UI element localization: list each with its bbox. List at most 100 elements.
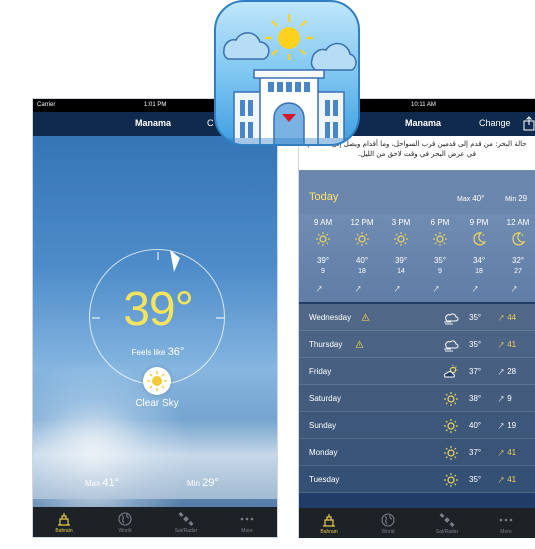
hour-wind-value: 18	[475, 268, 483, 275]
tab-more[interactable]: More	[222, 507, 272, 537]
partly-cloudy-icon	[444, 365, 458, 378]
wind-arrow-icon	[316, 286, 322, 292]
today-min: Min 29	[505, 194, 527, 203]
tab-label: World	[381, 529, 395, 535]
wind-arrow-icon	[498, 396, 504, 402]
day-wind-value: 19	[507, 421, 517, 430]
max-label: Max	[85, 479, 101, 488]
day-temp: 35°	[469, 313, 482, 322]
share-icon[interactable]	[523, 116, 535, 131]
tab-label: More	[500, 529, 512, 535]
day-wind: 9	[497, 394, 512, 403]
status-time: 1:01 PM	[144, 102, 167, 108]
daily-row[interactable]: Wednesday 35° 44	[299, 304, 535, 331]
day-name: Monday	[309, 448, 338, 457]
day-wind-value: 44	[507, 313, 517, 322]
day-wind: 41	[497, 475, 516, 484]
tab-more[interactable]: More	[481, 508, 531, 538]
day-wind: 41	[497, 340, 516, 349]
hour-wind-value: 18	[358, 268, 366, 275]
tab-bahrain[interactable]: Bahrain	[39, 507, 89, 537]
temperature-dial: 39° Feels like 36°	[89, 249, 225, 385]
max-value: 41°	[102, 477, 119, 489]
wind-arrow-icon	[433, 286, 439, 292]
daily-row[interactable]: Tuesday 35° 41	[299, 466, 535, 493]
hourly-item: 6 PM 35° 9	[420, 214, 460, 302]
max-temp: Max 41°	[85, 477, 119, 489]
min-label: Min	[187, 479, 200, 488]
hourly-forecast[interactable]: 9 AM 39° 9 12 PM 40° 18 3 PM 39° 14 6 PM 35° 99…	[299, 214, 535, 302]
hour-wind: 18	[459, 268, 499, 292]
wind-arrow-icon	[498, 315, 504, 321]
dust-icon	[444, 313, 459, 325]
cloud-band	[33, 419, 277, 499]
wind-arrow-icon	[498, 477, 504, 483]
hourly-item: 12 PM 40° 18	[342, 214, 382, 302]
day-name: Sunday	[309, 421, 337, 430]
today-min-value: 29	[518, 194, 528, 203]
daily-row[interactable]: Friday 37° 28	[299, 358, 535, 385]
tab-label: Bahrain	[55, 528, 73, 534]
day-wind-value: 9	[507, 394, 512, 403]
day-temp: 37°	[469, 367, 482, 376]
daily-row[interactable]: Monday 37° 41	[299, 439, 535, 466]
wind-arrow-icon	[394, 286, 400, 292]
tab-label: World	[118, 528, 132, 534]
hour-time: 6 PM	[430, 218, 450, 227]
today-max: Max 40°	[457, 194, 484, 203]
hour-temp: 40°	[355, 256, 369, 265]
day-wind: 19	[497, 421, 516, 430]
day-wind: 28	[497, 367, 516, 376]
day-name: Wednesday	[309, 313, 352, 322]
hourly-item: 12 AM 32° 27	[498, 214, 535, 302]
wind-arrow-icon	[498, 369, 504, 375]
sun-icon	[355, 232, 369, 246]
day-name: Tuesday	[309, 475, 340, 484]
phone-screen-current: Carrier 1:01 PM Manama C 39° Feels like …	[32, 98, 278, 538]
more-icon	[240, 517, 254, 521]
moon-icon	[473, 232, 487, 246]
hour-time: 3 PM	[391, 218, 411, 227]
day-temp: 37°	[469, 448, 482, 457]
tab-world[interactable]: World	[100, 507, 150, 537]
hour-time: 9 PM	[469, 218, 489, 227]
satellite-icon	[178, 512, 194, 526]
day-name: Saturday	[309, 394, 342, 403]
tab-satradar[interactable]: Sat/Radar	[161, 507, 211, 537]
min-value: 29°	[202, 477, 219, 489]
hour-temp: 32°	[511, 256, 525, 265]
change-button[interactable]: Change	[479, 118, 511, 128]
wind-arrow-icon	[498, 423, 504, 429]
hour-time: 12 PM	[350, 218, 374, 227]
sun-icon	[444, 446, 458, 460]
day-wind-value: 28	[507, 367, 517, 376]
condition-label: Clear Sky	[135, 398, 179, 409]
wind-arrow-icon	[498, 342, 504, 348]
today-max-value: 40°	[472, 194, 485, 203]
day-name: Thursday	[309, 340, 343, 349]
daily-row[interactable]: Sunday 40° 19	[299, 412, 535, 439]
hour-temp: 35°	[433, 256, 447, 265]
tab-satradar[interactable]: Sat/Radar	[422, 508, 472, 538]
warning-icon	[361, 313, 370, 321]
hour-wind-value: 14	[397, 268, 405, 275]
hour-wind: 18	[342, 268, 382, 292]
warning-icon	[355, 340, 364, 348]
tab-bahrain[interactable]: Bahrain	[304, 508, 354, 538]
dust-icon	[444, 340, 459, 352]
daily-row[interactable]: Thursday 35° 41	[299, 331, 535, 358]
hour-wind-value: 9	[321, 268, 325, 275]
sun-icon	[394, 232, 408, 246]
change-button[interactable]: C	[207, 118, 214, 128]
day-temp: 35°	[469, 475, 482, 484]
today-min-label: Min	[505, 196, 517, 203]
tab-world[interactable]: World	[363, 508, 413, 538]
wind-arrow-icon	[498, 450, 504, 456]
daily-row[interactable]: Saturday 38° 9	[299, 385, 535, 412]
hourly-item: 9 PM 34° 18	[459, 214, 499, 302]
hour-wind-value: 9	[438, 268, 442, 275]
app-icon	[214, 0, 360, 146]
globe-icon	[118, 512, 132, 526]
sun-icon	[316, 232, 330, 246]
day-wind: 41	[497, 448, 516, 457]
